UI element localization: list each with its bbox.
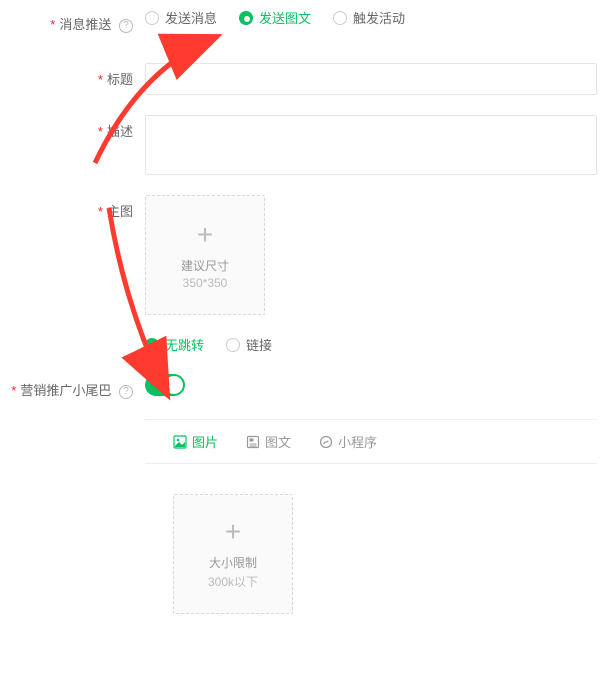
radio-send-article[interactable]: 发送图文 bbox=[239, 8, 311, 27]
upload-hint: 350*350 bbox=[183, 276, 228, 290]
help-icon[interactable]: ? bbox=[119, 385, 133, 399]
tab-label: 小程序 bbox=[338, 432, 377, 451]
upload-hint: 300k以下 bbox=[208, 573, 258, 590]
plus-icon: + bbox=[225, 518, 241, 546]
main-image-label: *主图 bbox=[0, 195, 145, 220]
promo-image-uploader[interactable]: + 大小限制 300k以下 bbox=[173, 494, 293, 614]
title-input[interactable] bbox=[145, 63, 597, 95]
radio-link[interactable]: 链接 bbox=[226, 335, 272, 354]
radio-dot-icon bbox=[145, 11, 159, 25]
radio-label: 发送消息 bbox=[165, 8, 217, 27]
switch-knob-icon bbox=[165, 376, 183, 394]
tab-label: 图片 bbox=[192, 432, 218, 451]
radio-label: 链接 bbox=[246, 335, 272, 354]
tab-article[interactable]: 图文 bbox=[246, 432, 291, 451]
radio-no-jump[interactable]: 无跳转 bbox=[145, 335, 204, 354]
desc-label: *描述 bbox=[0, 115, 145, 140]
tab-miniprogram[interactable]: 小程序 bbox=[319, 432, 377, 451]
tab-label: 图文 bbox=[265, 432, 291, 451]
radio-label: 无跳转 bbox=[165, 335, 204, 354]
radio-label: 触发活动 bbox=[353, 8, 405, 27]
radio-label: 发送图文 bbox=[259, 8, 311, 27]
radio-dot-icon bbox=[333, 11, 347, 25]
help-icon[interactable]: ? bbox=[119, 19, 133, 33]
radio-send-message[interactable]: 发送消息 bbox=[145, 8, 217, 27]
main-image-uploader[interactable]: + 建议尺寸 350*350 bbox=[145, 195, 265, 315]
title-label: *标题 bbox=[0, 63, 145, 88]
image-icon bbox=[173, 435, 187, 449]
jump-options: 无跳转 链接 bbox=[145, 335, 601, 354]
message-push-options: 发送消息 发送图文 触发活动 bbox=[145, 8, 601, 27]
tab-image[interactable]: 图片 bbox=[173, 432, 218, 451]
desc-input[interactable] bbox=[145, 115, 597, 175]
miniprogram-icon bbox=[319, 435, 333, 449]
promo-tail-switch[interactable] bbox=[145, 374, 185, 396]
promo-tail-label: *营销推广小尾巴 ? bbox=[0, 374, 145, 399]
radio-dot-icon bbox=[239, 11, 253, 25]
message-push-label: *消息推送 ? bbox=[0, 8, 145, 33]
plus-icon: + bbox=[197, 221, 213, 249]
article-icon bbox=[246, 435, 260, 449]
radio-trigger-activity[interactable]: 触发活动 bbox=[333, 8, 405, 27]
upload-hint: 建议尺寸 bbox=[181, 257, 229, 274]
upload-hint: 大小限制 bbox=[209, 554, 257, 571]
promo-tabs: 图片 图文 小程序 + 大小限制 300k以下 bbox=[145, 419, 597, 644]
radio-dot-icon bbox=[226, 338, 240, 352]
radio-dot-icon bbox=[145, 338, 159, 352]
